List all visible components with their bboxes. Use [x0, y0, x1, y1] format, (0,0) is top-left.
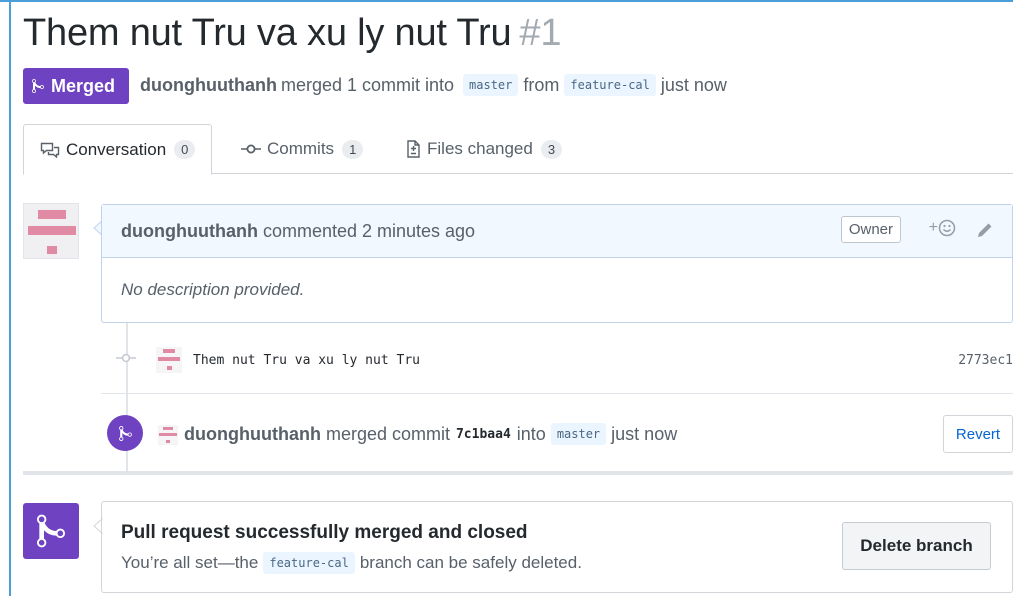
merge-into: into	[516, 423, 546, 444]
merged-sub-after: branch can be safely deleted.	[359, 553, 582, 572]
tab-conversation-count: 0	[174, 140, 196, 159]
merge-author-link[interactable]: duonghuuthanh	[184, 424, 321, 445]
git-commit-icon	[241, 144, 261, 154]
merged-title: Pull request successfully merged and clo…	[121, 522, 528, 543]
pr-tabs: Conversation 0 Commits 1 Files changed 3	[23, 124, 1013, 175]
revert-button[interactable]: Revert	[943, 415, 1013, 453]
merge-event-text: duonghuuthanh merged commit 7c1baa4 into…	[184, 423, 677, 445]
tab-files-count: 3	[540, 139, 563, 159]
commit-author-avatar[interactable]	[156, 347, 182, 373]
comment-body-text: No description provided.	[121, 280, 305, 299]
merge-author-avatar[interactable]	[158, 425, 178, 445]
file-diff-icon	[407, 140, 420, 158]
merge-action: merged commit	[325, 423, 450, 444]
timeline-end-divider	[23, 471, 1013, 475]
merge-branch: master	[550, 423, 607, 445]
delete-branch-button[interactable]: Delete branch	[842, 522, 991, 570]
commit-message-link[interactable]: Them nut Tru va xu ly nut Tru	[193, 353, 420, 368]
pencil-icon	[978, 223, 992, 237]
merged-status-box: Pull request successfully merged and clo…	[101, 501, 1013, 593]
base-branch: master	[463, 74, 519, 96]
tab-conversation-label: Conversation	[66, 139, 167, 159]
git-merge-icon	[118, 425, 132, 441]
comment-body: No description provided.	[102, 258, 1012, 322]
pr-title-text: Them nut Tru va xu ly nut Tru	[23, 12, 512, 54]
comment-header: duonghuuthanh commented 2 minutes ago Ow…	[102, 205, 1012, 258]
tab-files-changed[interactable]: Files changed 3	[405, 124, 563, 174]
smiley-icon	[938, 219, 956, 237]
pr-meta-from: from	[523, 74, 560, 95]
git-merge-icon	[32, 78, 44, 94]
tab-commits-count: 1	[342, 139, 364, 159]
comment-timestamp: commented 2 minutes ago	[262, 220, 476, 241]
tab-commits-label: Commits	[267, 139, 335, 158]
comment-discussion-icon	[40, 142, 60, 158]
add-reaction-button[interactable]: +	[929, 219, 956, 237]
merge-event: duonghuuthanh merged commit 7c1baa4 into…	[101, 413, 1013, 457]
commit-item: Them nut Tru va xu ly nut Tru 2773ec1	[101, 343, 1013, 381]
avatar[interactable]	[23, 203, 79, 259]
git-commit-icon	[116, 353, 136, 363]
edit-comment-button[interactable]	[976, 221, 994, 244]
timeline-divider	[101, 393, 1013, 394]
merged-subtitle: You’re all set—the feature-cal branch ca…	[121, 552, 582, 574]
pr-meta-time: just now	[660, 74, 727, 95]
state-label: Merged	[51, 75, 116, 96]
state-badge-merged: Merged	[23, 68, 129, 104]
pr-title: Them nut Tru va xu ly nut Tru #1	[23, 12, 561, 55]
commit-sha-link[interactable]: 2773ec1	[958, 353, 1013, 368]
window-frame-top	[0, 0, 1013, 2]
merge-sha-link[interactable]: 7c1baa4	[456, 427, 511, 442]
tab-commits[interactable]: Commits 1	[241, 124, 364, 174]
comment-box: duonghuuthanh commented 2 minutes ago Ow…	[101, 204, 1013, 323]
pr-author-link[interactable]: duonghuuthanh	[140, 75, 277, 96]
head-branch: feature-cal	[564, 74, 656, 96]
tab-files-label: Files changed	[427, 139, 533, 158]
merged-sub-before: You’re all set—the	[121, 553, 259, 572]
merge-event-badge	[107, 415, 143, 451]
merged-branch: feature-cal	[263, 552, 355, 574]
tab-conversation[interactable]: Conversation 0	[23, 124, 213, 175]
pr-number: #1	[519, 12, 562, 54]
window-frame-left	[9, 0, 11, 596]
comment-author-link[interactable]: duonghuuthanh	[121, 221, 258, 242]
identicon-icon	[24, 204, 78, 258]
pr-meta: duonghuuthanh merged 1 commit into maste…	[140, 74, 727, 96]
git-merge-icon	[37, 514, 65, 548]
reaction-plus: +	[928, 219, 938, 236]
merged-status-icon	[23, 503, 79, 559]
owner-badge: Owner	[840, 216, 901, 243]
pr-meta-action: merged 1 commit into	[280, 74, 455, 95]
merge-time: just now	[611, 423, 678, 444]
